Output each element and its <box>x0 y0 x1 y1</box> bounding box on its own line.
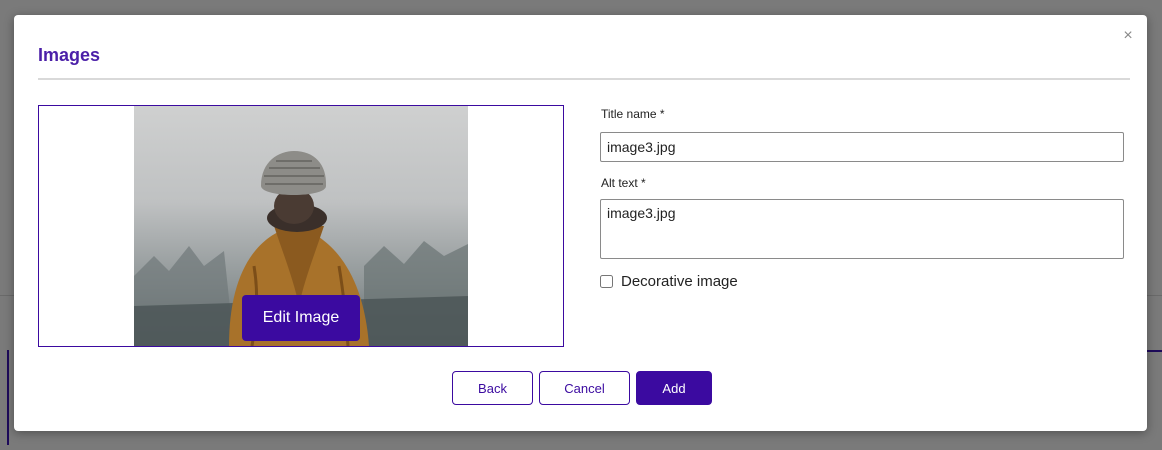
alt-text-input[interactable]: image3.jpg <box>600 199 1124 259</box>
edit-image-button[interactable]: Edit Image <box>242 295 360 341</box>
add-button[interactable]: Add <box>636 371 712 405</box>
image-preview-frame: Edit Image <box>38 105 564 347</box>
decorative-image-label: Decorative image <box>621 273 738 290</box>
background-accent-line <box>1147 350 1162 352</box>
close-icon: × <box>1123 27 1133 44</box>
background-accent-bar <box>7 350 9 445</box>
decorative-image-option[interactable]: Decorative image <box>600 273 738 290</box>
back-button[interactable]: Back <box>452 371 533 405</box>
title-divider <box>38 78 1130 80</box>
title-name-label: Title name * <box>601 107 665 121</box>
decorative-image-checkbox[interactable] <box>600 275 613 288</box>
preview-image: Edit Image <box>134 106 468 346</box>
close-button[interactable]: × <box>1119 27 1137 45</box>
title-name-input[interactable] <box>600 132 1124 162</box>
images-dialog: Images × Edit Image Title name * image3.… <box>14 15 1147 431</box>
dialog-title: Images <box>38 45 101 65</box>
cancel-button[interactable]: Cancel <box>539 371 630 405</box>
alt-text-label: Alt text * <box>601 176 646 190</box>
